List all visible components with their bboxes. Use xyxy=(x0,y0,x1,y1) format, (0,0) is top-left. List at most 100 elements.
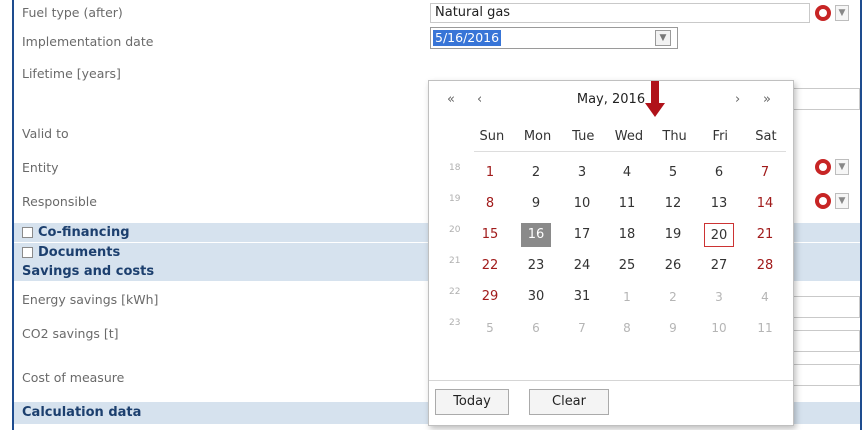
calendar-day[interactable]: 26 xyxy=(658,254,688,278)
date-picker-popup[interactable]: « ‹ May, 2016 › » Sun Mon Tue Wed Thu Fr… xyxy=(428,80,794,426)
calendar-day[interactable]: 8 xyxy=(475,192,505,216)
calendar-day[interactable]: 15 xyxy=(475,223,505,247)
week-number: 21 xyxy=(449,256,461,266)
cofinancing-checkbox[interactable] xyxy=(22,227,33,238)
calendar-week-row: 19 8 9 10 11 12 13 14 xyxy=(429,188,793,218)
weekday-tue: Tue xyxy=(572,129,595,144)
calendar-day[interactable]: 21 xyxy=(750,223,780,247)
calendar-day[interactable]: 2 xyxy=(658,285,688,309)
lifetime-label: Lifetime [years] xyxy=(22,66,121,81)
calendar-day[interactable]: 9 xyxy=(658,316,688,340)
calendar-day[interactable]: 30 xyxy=(521,285,551,309)
calendar-day[interactable]: 8 xyxy=(612,316,642,340)
date-dropdown-chevron-icon[interactable]: ▼ xyxy=(655,30,671,46)
fuel-type-select[interactable]: Natural gas xyxy=(430,3,810,23)
calendar-day[interactable]: 14 xyxy=(750,192,780,216)
calendar-day[interactable]: 11 xyxy=(612,192,642,216)
weekday-thu: Thu xyxy=(662,129,687,144)
calendar-day[interactable]: 3 xyxy=(704,285,734,309)
calendar-day[interactable]: 27 xyxy=(704,254,734,278)
entity-label: Entity xyxy=(22,160,59,175)
calendar-day[interactable]: 31 xyxy=(567,285,597,309)
cofinancing-title: Co-financing xyxy=(38,225,130,240)
calendar-day[interactable]: 28 xyxy=(750,254,780,278)
calendar-day[interactable]: 18 xyxy=(612,223,642,247)
cost-input[interactable] xyxy=(790,364,860,386)
calendar-day[interactable]: 1 xyxy=(612,285,642,309)
calendar-week-row: 20 15 16 17 18 19 20 21 xyxy=(429,219,793,249)
entity-chevron-down-icon[interactable]: ▼ xyxy=(835,159,849,175)
calendar-day[interactable]: 11 xyxy=(750,316,780,340)
calendar-footer: Today Clear xyxy=(429,380,793,425)
implementation-date-label: Implementation date xyxy=(22,34,154,49)
calendar-day[interactable]: 4 xyxy=(612,161,642,185)
calendar-week-row: 22 29 30 31 1 2 3 4 xyxy=(429,281,793,311)
next-year-button[interactable]: » xyxy=(763,92,771,107)
calendar-day[interactable]: 5 xyxy=(658,161,688,185)
implementation-date-input[interactable]: 5/16/2016 ▼ xyxy=(430,27,678,49)
calendar-day[interactable]: 6 xyxy=(704,161,734,185)
calculation-title: Calculation data xyxy=(22,405,142,420)
today-button[interactable]: Today xyxy=(435,389,509,415)
calendar-day[interactable]: 4 xyxy=(750,285,780,309)
week-number: 20 xyxy=(449,225,461,235)
calendar-week-row: 23 5 6 7 8 9 10 11 xyxy=(429,312,793,342)
valid-to-label: Valid to xyxy=(22,126,69,141)
weekday-mon: Mon xyxy=(523,129,552,144)
calendar-day[interactable]: 24 xyxy=(567,254,597,278)
week-number: 18 xyxy=(449,163,461,173)
weekday-sat: Sat xyxy=(755,129,777,144)
co2-savings-input[interactable] xyxy=(790,330,860,352)
fuel-type-label: Fuel type (after) xyxy=(22,5,123,20)
calendar-day[interactable]: 1 xyxy=(475,161,505,185)
calendar-day[interactable]: 19 xyxy=(658,223,688,247)
calendar-day[interactable]: 3 xyxy=(567,161,597,185)
next-month-button[interactable]: › xyxy=(735,92,740,107)
calendar-day[interactable]: 7 xyxy=(750,161,780,185)
responsible-chevron-down-icon[interactable]: ▼ xyxy=(835,193,849,209)
documents-title: Documents xyxy=(38,245,121,260)
entity-clear-icon[interactable] xyxy=(815,159,831,175)
energy-savings-input[interactable] xyxy=(790,296,860,318)
weekday-sun: Sun xyxy=(479,129,505,144)
calendar-day[interactable]: 2 xyxy=(521,161,551,185)
fuel-type-clear-icon[interactable] xyxy=(815,5,831,21)
fuel-type-value: Natural gas xyxy=(435,5,511,20)
calendar-day[interactable]: 20 xyxy=(704,223,734,247)
annotation-arrow-icon xyxy=(645,81,665,117)
weekday-wed: Wed xyxy=(614,129,644,144)
weekday-header: Sun Mon Tue Wed Thu Fri Sat xyxy=(469,129,789,149)
calendar-day[interactable]: 7 xyxy=(567,316,597,340)
calendar-week-row: 18 1 2 3 4 5 6 7 xyxy=(429,157,793,187)
calendar-header: « ‹ May, 2016 › » xyxy=(429,81,793,119)
calendar-day[interactable]: 10 xyxy=(567,192,597,216)
documents-checkbox[interactable] xyxy=(22,247,33,258)
calendar-day[interactable]: 6 xyxy=(521,316,551,340)
calendar-day[interactable]: 10 xyxy=(704,316,734,340)
responsible-clear-icon[interactable] xyxy=(815,193,831,209)
clear-button[interactable]: Clear xyxy=(529,389,609,415)
calendar-day[interactable]: 29 xyxy=(475,285,505,309)
savings-title: Savings and costs xyxy=(22,264,155,279)
calendar-day[interactable]: 22 xyxy=(475,254,505,278)
calendar-day[interactable]: 16 xyxy=(521,223,551,247)
calendar-day[interactable]: 17 xyxy=(567,223,597,247)
week-number: 19 xyxy=(449,194,461,204)
week-number: 23 xyxy=(449,318,461,328)
calendar-day[interactable]: 13 xyxy=(704,192,734,216)
implementation-date-value: 5/16/2016 xyxy=(433,30,502,46)
responsible-label: Responsible xyxy=(22,194,97,209)
weekday-divider xyxy=(474,151,786,152)
calendar-day[interactable]: 23 xyxy=(521,254,551,278)
calendar-day[interactable]: 25 xyxy=(612,254,642,278)
co2-savings-label: CO2 savings [t] xyxy=(22,326,119,341)
weekday-fri: Fri xyxy=(712,129,729,144)
cost-label: Cost of measure xyxy=(22,370,125,385)
fuel-type-chevron-down-icon[interactable]: ▼ xyxy=(835,5,849,21)
calendar-week-row: 21 22 23 24 25 26 27 28 xyxy=(429,250,793,280)
energy-savings-label: Energy savings [kWh] xyxy=(22,292,159,307)
week-number: 22 xyxy=(449,287,461,297)
calendar-day[interactable]: 9 xyxy=(521,192,551,216)
calendar-day[interactable]: 5 xyxy=(475,316,505,340)
calendar-day[interactable]: 12 xyxy=(658,192,688,216)
